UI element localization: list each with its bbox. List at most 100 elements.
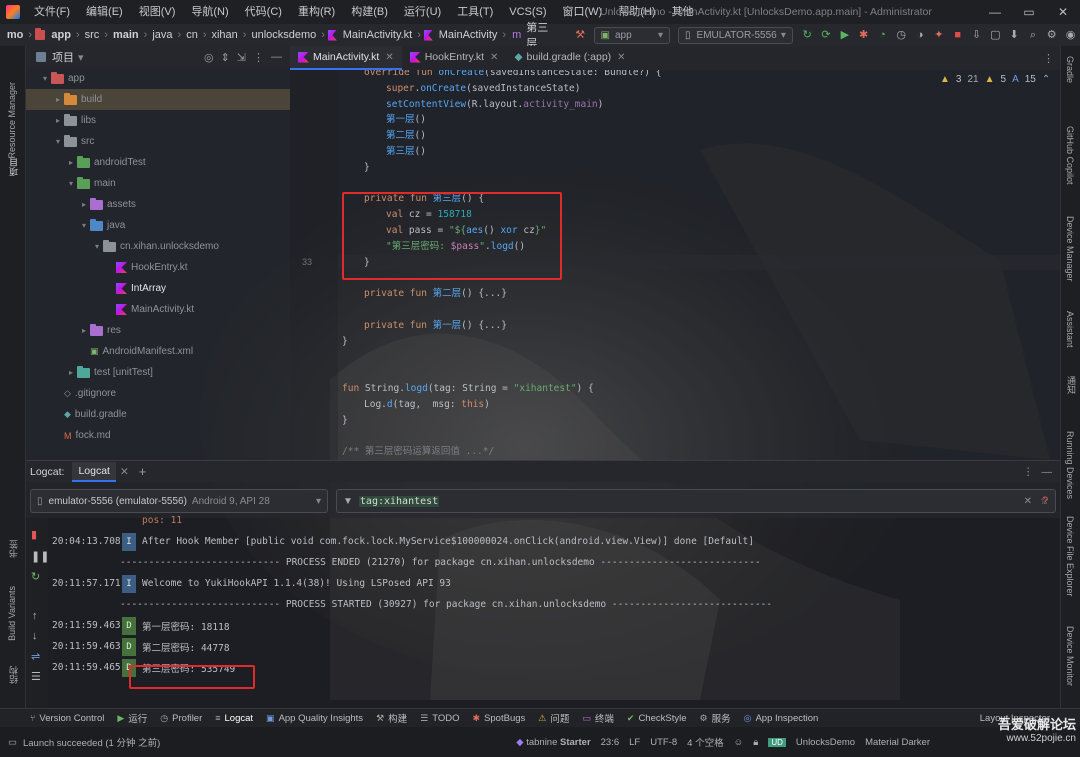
run-icon[interactable]: ▶ bbox=[838, 27, 851, 43]
breadcrumb-xihan[interactable]: xihan bbox=[209, 29, 239, 41]
stop-icon[interactable]: ■ bbox=[951, 27, 964, 43]
attach-debugger-icon[interactable]: ✦ bbox=[932, 27, 945, 43]
structure-tab[interactable]: 结构 bbox=[7, 666, 20, 684]
pause-icon[interactable]: ❚❚ bbox=[31, 550, 49, 563]
chevron-right-icon[interactable]: ▸ bbox=[78, 326, 90, 335]
tree-item[interactable]: ▸ libs bbox=[26, 110, 290, 131]
breadcrumb-unlocksdemo[interactable]: unlocksdemo bbox=[249, 29, 318, 41]
tool-tab[interactable]: ▭ 终端 bbox=[582, 711, 614, 726]
tree-item[interactable]: ▾ src bbox=[26, 131, 290, 152]
tab-build-gradle[interactable]: ◆ build.gradle (:app) ✕ bbox=[506, 46, 633, 70]
right-tab-assistant[interactable]: Assistant bbox=[1065, 311, 1075, 348]
theme-name[interactable]: Material Darker bbox=[865, 737, 930, 748]
chevron-right-icon[interactable]: ▸ bbox=[52, 95, 64, 104]
caret-position[interactable]: 23:6 bbox=[601, 737, 620, 748]
chevron-down-icon[interactable]: ▾ bbox=[52, 137, 64, 146]
expand-all-icon[interactable]: ⇕ bbox=[221, 51, 230, 64]
profiler-icon[interactable]: ◑ bbox=[914, 27, 927, 43]
tab-hookentry[interactable]: HookEntry.kt ✕ bbox=[402, 46, 507, 70]
tool-tab[interactable]: ✔ CheckStyle bbox=[627, 713, 687, 724]
help-icon[interactable]: ? bbox=[1042, 495, 1048, 507]
chevron-down-icon[interactable]: ▾ bbox=[91, 242, 103, 251]
profile-icon[interactable]: ◷ bbox=[895, 27, 908, 43]
breadcrumb-app[interactable]: app bbox=[49, 29, 73, 41]
device-manager-icon[interactable]: ▢ bbox=[989, 27, 1002, 43]
tool-tab[interactable]: ◎ App Inspection bbox=[744, 713, 819, 724]
breadcrumb-file[interactable]: MainActivity.kt bbox=[341, 29, 414, 41]
menu-refactor[interactable]: 重构(R) bbox=[290, 0, 343, 24]
menu-build[interactable]: 构建(B) bbox=[343, 0, 396, 24]
minimize-icon[interactable]: — bbox=[978, 0, 1012, 24]
resource-manager-tab[interactable]: Resource Manager bbox=[7, 82, 17, 159]
hide-icon[interactable]: — bbox=[1042, 466, 1053, 478]
tree-item[interactable]: ▸ assets bbox=[26, 194, 290, 215]
chevron-right-icon[interactable]: ▸ bbox=[52, 116, 64, 125]
breadcrumb-class[interactable]: MainActivity bbox=[437, 29, 500, 41]
lock-icon[interactable]: 🔒︎ bbox=[753, 737, 758, 748]
tree-item[interactable]: ▸ test [unitTest] bbox=[26, 362, 290, 383]
tree-item[interactable]: MainActivity.kt bbox=[26, 299, 290, 320]
tool-tab[interactable]: ⑂ Version Control bbox=[30, 713, 104, 724]
breadcrumb-java[interactable]: java bbox=[150, 29, 174, 41]
run-with-coverage-icon[interactable]: ◔ bbox=[876, 27, 889, 43]
clear-icon[interactable]: ✕ bbox=[1024, 496, 1032, 507]
tree-item[interactable]: ▾ java bbox=[26, 215, 290, 236]
chevron-down-icon[interactable]: ▾ bbox=[78, 221, 90, 230]
hammer-icon[interactable]: ⚒ bbox=[574, 27, 587, 43]
tree-item[interactable]: ▾ cn.xihan.unlocksdemo bbox=[26, 236, 290, 257]
chevron-up-icon[interactable]: ⌃ bbox=[1042, 74, 1050, 85]
add-tab-icon[interactable]: + bbox=[139, 464, 147, 479]
logcat-tab[interactable]: Logcat bbox=[72, 461, 116, 482]
options-icon[interactable]: ⋮ bbox=[253, 51, 264, 64]
menu-file[interactable]: 文件(F) bbox=[26, 0, 78, 24]
right-tab-running-devices[interactable]: Running Devices bbox=[1065, 431, 1075, 499]
tree-item[interactable]: HookEntry.kt bbox=[26, 257, 290, 278]
menu-view[interactable]: 视图(V) bbox=[131, 0, 184, 24]
soft-wrap-icon[interactable]: ⇌ bbox=[31, 650, 40, 663]
options-icon[interactable]: ⋮ bbox=[1023, 466, 1034, 478]
chevron-down-icon[interactable]: ▾ bbox=[78, 51, 84, 64]
debug-icon[interactable]: ✱ bbox=[857, 27, 870, 43]
project-tab[interactable]: 项目 bbox=[7, 158, 20, 176]
hide-icon[interactable]: — bbox=[271, 51, 282, 64]
right-tab-gradle[interactable]: Gradle bbox=[1065, 56, 1075, 83]
settings-icon[interactable]: ⚙ bbox=[1045, 27, 1058, 43]
sync-gradle-icon[interactable]: ⇩ bbox=[970, 27, 983, 43]
menu-navigate[interactable]: 导航(N) bbox=[183, 0, 236, 24]
tool-tab[interactable]: ◷ Profiler bbox=[160, 713, 202, 724]
right-tab-github-copilot[interactable]: GitHub Copilot bbox=[1065, 126, 1075, 185]
tool-tab[interactable]: ✱ SpotBugs bbox=[473, 713, 526, 724]
menu-run[interactable]: 运行(U) bbox=[396, 0, 449, 24]
right-tab--[interactable]: 通知 bbox=[1065, 376, 1078, 394]
chevron-right-icon[interactable]: ▸ bbox=[65, 368, 77, 377]
chevron-right-icon[interactable]: ▸ bbox=[65, 158, 77, 167]
clear-log-icon[interactable]: ▮ bbox=[31, 528, 37, 541]
locate-icon[interactable]: ◎ bbox=[204, 51, 214, 64]
breadcrumb-module[interactable]: mo bbox=[5, 29, 26, 41]
breadcrumb-cn[interactable]: cn bbox=[184, 29, 200, 41]
chevron-down-icon[interactable]: ▾ bbox=[65, 179, 77, 188]
tree-item[interactable]: Mfock.md bbox=[26, 425, 290, 446]
right-tab-device-manager[interactable]: Device Manager bbox=[1065, 216, 1075, 282]
restart-icon[interactable]: ↻ bbox=[31, 570, 40, 583]
close-icon[interactable]: ✕ bbox=[1046, 0, 1080, 24]
bookmarks-tab[interactable]: 书签 bbox=[7, 540, 20, 558]
tree-item[interactable]: ◆ build.gradle bbox=[26, 404, 290, 425]
tree-item[interactable]: ▸ res bbox=[26, 320, 290, 341]
scroll-down-icon[interactable]: ↓ bbox=[32, 630, 38, 642]
tool-tab[interactable]: ▣ App Quality Insights bbox=[266, 713, 363, 724]
breadcrumb-src[interactable]: src bbox=[83, 29, 102, 41]
tool-tab[interactable]: ⚒ 构建 bbox=[376, 711, 407, 726]
menu-code[interactable]: 代码(C) bbox=[237, 0, 290, 24]
status-message[interactable]: Launch succeeded (1 分钟 之前) bbox=[23, 735, 160, 749]
tabnine-widget[interactable]: ◆ tabnine Starter bbox=[516, 737, 590, 748]
tool-tab[interactable]: ⚠ 问题 bbox=[538, 711, 569, 726]
chevron-right-icon[interactable]: ▸ bbox=[78, 200, 90, 209]
logcat-filter-input[interactable]: ▼ tag:xihantest ✕ ☆ bbox=[336, 489, 1056, 513]
search-icon[interactable]: ⌕ bbox=[1027, 27, 1040, 43]
tree-item[interactable]: ▾ app bbox=[26, 68, 290, 89]
close-tab-icon[interactable]: ✕ bbox=[490, 52, 498, 63]
tree-item[interactable]: ▸ androidTest bbox=[26, 152, 290, 173]
tool-tab[interactable]: ⚙ 服务 bbox=[700, 711, 731, 726]
chevron-down-icon[interactable]: ▾ bbox=[39, 74, 51, 83]
